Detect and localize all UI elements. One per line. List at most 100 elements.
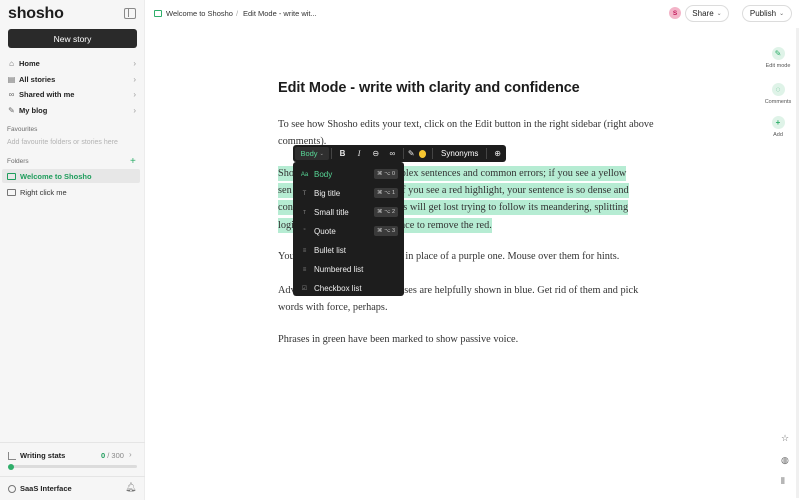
avatar[interactable]: S [669,7,681,19]
menu-item-checkbox-list[interactable]: ☑ Checkbox list [293,279,404,298]
folder-icon [7,172,16,180]
menu-item-label: Quote [314,227,336,236]
add-comment-icon[interactable]: ⊕ [489,149,506,158]
stories-icon: ▤ [7,74,16,84]
breadcrumb-folder[interactable]: Welcome to Shosho [166,9,233,18]
stats-current: 0 [101,451,106,460]
link-icon[interactable]: ∞ [384,149,401,158]
scrollbar[interactable] [796,28,799,498]
text-fragment: words with force, perhaps. [278,302,388,314]
divider [402,148,404,159]
writing-stats-count: 0 / 300 [101,451,124,460]
palette-icon[interactable]: ◍ [781,455,789,466]
publish-button[interactable]: Publish ⌄ [742,5,792,22]
workspace-switcher[interactable]: SaaS Interface [8,484,72,493]
sidebar-item-shared[interactable]: ∞ Shared with me › [0,87,145,103]
folder-item-right-click[interactable]: Right click me [2,185,140,199]
menu-item-label: Numbered list [314,265,364,274]
add-folder-icon[interactable]: + [130,156,136,167]
chevron-down-icon: ⌄ [779,11,785,17]
numbered-list-icon: ≡ [302,266,307,273]
writing-stats-label: Writing stats [20,451,66,460]
menu-item-label: Checkbox list [314,284,362,293]
link-icon: ∞ [8,90,15,100]
sidebar-item-home[interactable]: ⌂ Home › [0,56,145,72]
text-fragment: d in place of a purple one. Mouse over t… [397,251,620,262]
rail-edit-mode[interactable]: ✎ Edit mode [762,47,794,69]
sidebar-item-my-blog[interactable]: ✎ My blog › [0,103,145,119]
rail-comments[interactable]: ◌ Comments [762,83,794,105]
folder-item-welcome[interactable]: Welcome to Shosho [2,169,140,183]
keyboard-shortcut: ⌘ ⌥ 3 [374,226,398,236]
writing-stats[interactable]: Writing stats [8,451,65,460]
menu-item-label: Small title [314,208,349,217]
document-title[interactable]: Edit Mode - write with clarity and confi… [278,80,580,96]
progress-handle [8,463,14,470]
chevron-right-icon: › [133,90,136,100]
bold-icon[interactable]: B [334,149,351,158]
workspace-icon [8,484,16,493]
quote-icon: ” [303,228,306,235]
menu-item-bullet-list[interactable]: ≡ Bullet list [293,241,404,260]
bullet-list-icon: ≡ [302,247,307,254]
divider [486,148,488,159]
workspace-label: SaaS Interface [20,484,72,493]
rail-label: Edit mode [765,63,791,69]
folder-icon [154,10,162,17]
pen-icon: ✎ [8,105,15,115]
text-style-dropdown[interactable]: Body ⌄ [295,147,330,160]
folder-label: Right click me [20,187,67,197]
italic-icon[interactable]: I [351,149,368,158]
sidebar-item-label: Shared with me [19,90,75,100]
collapse-sidebar-icon[interactable] [124,8,136,19]
rail-add[interactable]: + Add [762,116,794,138]
plus-icon: + [771,116,785,129]
divider [432,148,434,159]
menu-item-big-title[interactable]: T Big title ⌘ ⌥ 1 [293,184,404,203]
chevron-right-icon: › [133,105,136,115]
breadcrumb-separator: / [236,9,239,18]
chevron-right-icon: › [133,59,136,69]
share-button[interactable]: Share ⌄ [685,5,729,22]
stats-bars-icon[interactable]: ⫴ [781,476,785,487]
menu-item-small-title[interactable]: T Small title ⌘ ⌥ 2 [293,203,404,222]
text-style-menu: Aa Body ⌘ ⌥ 0 T Big title ⌘ ⌥ 1 T Small … [293,162,404,296]
small-title-icon: T [302,209,307,216]
paragraph[interactable]: Phrases in green have been marked to sho… [278,331,670,348]
synonyms-button[interactable]: Synonyms [435,149,484,158]
highlighter-icon[interactable]: ✎ [406,149,417,158]
text-fragment: sen [278,185,292,197]
home-icon: ⌂ [9,59,14,69]
body-style-icon: Aa [300,171,309,178]
strikethrough-icon[interactable]: ⊖ [367,149,384,158]
edit-icon: ✎ [771,47,785,60]
breadcrumb-story[interactable]: Edit Mode - write wit... [243,9,317,18]
folder-label: Welcome to Shosho [20,171,92,181]
menu-item-quote[interactable]: ” Quote ⌘ ⌥ 3 [293,222,404,241]
folder-icon [7,188,16,196]
chevron-right-icon[interactable]: › [129,450,132,459]
comment-icon: ◌ [771,83,785,96]
chevron-right-icon: › [133,74,136,84]
sidebar-item-label: My blog [19,105,48,115]
menu-item-label: Big title [314,189,341,198]
app-logo: shosho [8,5,64,22]
star-icon[interactable]: ☆ [781,433,789,444]
sidebar-item-label: Home [19,59,40,69]
text-fragment: ases are helpfully shown in blue. Get ri… [399,285,639,296]
highlight-color-swatch[interactable] [418,149,427,158]
chevron-down-icon: ⌄ [319,150,324,157]
divider [0,442,145,443]
writing-progress-bar [8,463,137,470]
menu-item-body[interactable]: Aa Body ⌘ ⌥ 0 [293,165,404,184]
keyboard-shortcut: ⌘ ⌥ 2 [374,207,398,217]
format-toolbar: Body ⌄ B I ⊖ ∞ ✎ Synonyms ⊕ [293,145,506,162]
sidebar-item-all-stories[interactable]: ▤ All stories › [0,72,145,88]
publish-label: Publish [749,9,777,18]
new-story-button[interactable]: New story [8,29,137,48]
menu-item-numbered-list[interactable]: ≡ Numbered list [293,260,404,279]
stats-total: / 300 [107,451,124,460]
keyboard-shortcut: ⌘ ⌥ 1 [374,188,398,198]
bell-icon[interactable]: 🔔︎ [125,482,136,493]
checkbox-list-icon: ☑ [301,286,308,292]
